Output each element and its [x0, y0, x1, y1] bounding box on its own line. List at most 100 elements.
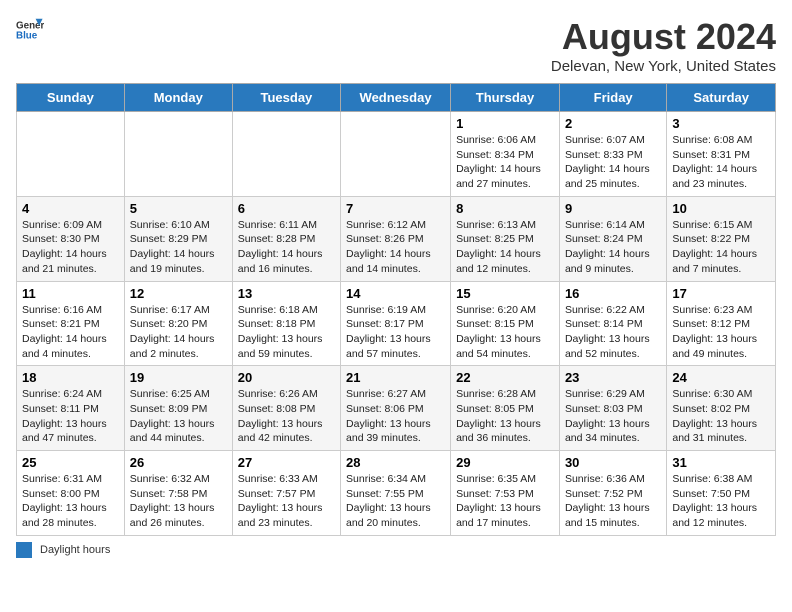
calendar-cell: 16Sunrise: 6:22 AM Sunset: 8:14 PM Dayli… — [559, 281, 666, 366]
day-info: Sunrise: 6:24 AM Sunset: 8:11 PM Dayligh… — [22, 387, 119, 446]
calendar-cell: 5 Sunrise: 6:10 AM Sunset: 8:29 PM Daylig… — [124, 196, 232, 281]
week-row-3: 11 Sunrise: 6:16 AM Sunset: 8:21 PM Dayli… — [17, 281, 776, 366]
calendar-cell: 28 Sunrise: 6:34 AM Sunset: 7:55 PM Dayli… — [341, 451, 451, 536]
weekday-saturday: Saturday — [667, 84, 776, 112]
day-info: Sunrise: 6:08 AM Sunset: 8:31 PM Dayligh… — [672, 133, 770, 192]
weekday-sunday: Sunday — [17, 84, 125, 112]
day-info: Sunrise: 6:25 AM Sunset: 8:09 PM Dayligh… — [130, 387, 227, 446]
calendar-cell: 3 Sunrise: 6:08 AM Sunset: 8:31 PM Daylig… — [667, 112, 776, 197]
week-row-2: 4Sunrise: 6:09 AM Sunset: 8:30 PM Daylig… — [17, 196, 776, 281]
svg-text:Blue: Blue — [16, 30, 38, 41]
calendar-cell: 6Sunrise: 6:11 AM Sunset: 8:28 PM Daylig… — [232, 196, 340, 281]
day-number: 26 — [130, 455, 227, 470]
calendar-cell: 22Sunrise: 6:28 AM Sunset: 8:05 PM Dayli… — [451, 366, 560, 451]
day-info: Sunrise: 6:13 AM Sunset: 8:25 PM Dayligh… — [456, 218, 554, 277]
day-info: Sunrise: 6:26 AM Sunset: 8:08 PM Dayligh… — [238, 387, 335, 446]
calendar-cell: 26 Sunrise: 6:32 AM Sunset: 7:58 PM Dayli… — [124, 451, 232, 536]
calendar-cell — [124, 112, 232, 197]
day-number: 18 — [22, 370, 119, 385]
calendar-cell: 2 Sunrise: 6:07 AM Sunset: 8:33 PM Daylig… — [559, 112, 666, 197]
weekday-header-row: SundayMondayTuesdayWednesdayThursdayFrid… — [17, 84, 776, 112]
day-info: Sunrise: 6:11 AM Sunset: 8:28 PM Dayligh… — [238, 218, 335, 277]
day-info: Sunrise: 6:38 AM Sunset: 7:50 PM Dayligh… — [672, 472, 770, 531]
calendar-cell: 17Sunrise: 6:23 AM Sunset: 8:12 PM Dayli… — [667, 281, 776, 366]
calendar-cell: 20 Sunrise: 6:26 AM Sunset: 8:08 PM Dayli… — [232, 366, 340, 451]
main-title: August 2024 — [551, 16, 776, 58]
week-row-1: 1Sunrise: 6:06 AM Sunset: 8:34 PM Daylig… — [17, 112, 776, 197]
day-number: 9 — [565, 201, 661, 216]
day-info: Sunrise: 6:10 AM Sunset: 8:29 PM Dayligh… — [130, 218, 227, 277]
day-number: 11 — [22, 286, 119, 301]
calendar-cell — [17, 112, 125, 197]
day-number: 19 — [130, 370, 227, 385]
day-info: Sunrise: 6:17 AM Sunset: 8:20 PM Dayligh… — [130, 303, 227, 362]
footer-label: Daylight hours — [40, 544, 110, 556]
day-info: Sunrise: 6:35 AM Sunset: 7:53 PM Dayligh… — [456, 472, 554, 531]
week-row-5: 25 Sunrise: 6:31 AM Sunset: 8:00 PM Dayli… — [17, 451, 776, 536]
day-number: 20 — [238, 370, 335, 385]
calendar-cell: 25 Sunrise: 6:31 AM Sunset: 8:00 PM Dayli… — [17, 451, 125, 536]
day-number: 12 — [130, 286, 227, 301]
calendar-cell: 29Sunrise: 6:35 AM Sunset: 7:53 PM Dayli… — [451, 451, 560, 536]
day-info: Sunrise: 6:07 AM Sunset: 8:33 PM Dayligh… — [565, 133, 661, 192]
day-number: 2 — [565, 116, 661, 131]
calendar-cell: 9Sunrise: 6:14 AM Sunset: 8:24 PM Daylig… — [559, 196, 666, 281]
day-info: Sunrise: 6:36 AM Sunset: 7:52 PM Dayligh… — [565, 472, 661, 531]
day-number: 24 — [672, 370, 770, 385]
day-number: 28 — [346, 455, 445, 470]
day-info: Sunrise: 6:20 AM Sunset: 8:15 PM Dayligh… — [456, 303, 554, 362]
day-number: 21 — [346, 370, 445, 385]
day-info: Sunrise: 6:32 AM Sunset: 7:58 PM Dayligh… — [130, 472, 227, 531]
weekday-thursday: Thursday — [451, 84, 560, 112]
day-info: Sunrise: 6:22 AM Sunset: 8:14 PM Dayligh… — [565, 303, 661, 362]
calendar-cell: 8 Sunrise: 6:13 AM Sunset: 8:25 PM Daylig… — [451, 196, 560, 281]
calendar-cell: 21 Sunrise: 6:27 AM Sunset: 8:06 PM Dayli… — [341, 366, 451, 451]
calendar-cell: 14 Sunrise: 6:19 AM Sunset: 8:17 PM Dayli… — [341, 281, 451, 366]
footer: Daylight hours — [16, 542, 776, 558]
calendar-cell: 18 Sunrise: 6:24 AM Sunset: 8:11 PM Dayli… — [17, 366, 125, 451]
calendar-cell: 24 Sunrise: 6:30 AM Sunset: 8:02 PM Dayli… — [667, 366, 776, 451]
day-number: 13 — [238, 286, 335, 301]
day-number: 22 — [456, 370, 554, 385]
day-info: Sunrise: 6:31 AM Sunset: 8:00 PM Dayligh… — [22, 472, 119, 531]
day-number: 25 — [22, 455, 119, 470]
weekday-wednesday: Wednesday — [341, 84, 451, 112]
calendar-cell: 31Sunrise: 6:38 AM Sunset: 7:50 PM Dayli… — [667, 451, 776, 536]
day-number: 27 — [238, 455, 335, 470]
day-number: 5 — [130, 201, 227, 216]
subtitle: Delevan, New York, United States — [551, 58, 776, 75]
weekday-monday: Monday — [124, 84, 232, 112]
day-number: 10 — [672, 201, 770, 216]
calendar-cell — [232, 112, 340, 197]
day-info: Sunrise: 6:12 AM Sunset: 8:26 PM Dayligh… — [346, 218, 445, 277]
day-info: Sunrise: 6:34 AM Sunset: 7:55 PM Dayligh… — [346, 472, 445, 531]
day-number: 8 — [456, 201, 554, 216]
day-number: 3 — [672, 116, 770, 131]
day-info: Sunrise: 6:16 AM Sunset: 8:21 PM Dayligh… — [22, 303, 119, 362]
calendar-cell: 15 Sunrise: 6:20 AM Sunset: 8:15 PM Dayli… — [451, 281, 560, 366]
logo: General Blue — [16, 16, 44, 44]
day-number: 15 — [456, 286, 554, 301]
day-number: 4 — [22, 201, 119, 216]
logo-icon: General Blue — [16, 16, 44, 44]
calendar-cell — [341, 112, 451, 197]
calendar-table: SundayMondayTuesdayWednesdayThursdayFrid… — [16, 83, 776, 536]
calendar-cell: 11 Sunrise: 6:16 AM Sunset: 8:21 PM Dayli… — [17, 281, 125, 366]
weekday-tuesday: Tuesday — [232, 84, 340, 112]
calendar-cell: 13 Sunrise: 6:18 AM Sunset: 8:18 PM Dayli… — [232, 281, 340, 366]
day-number: 30 — [565, 455, 661, 470]
calendar-cell: 12 Sunrise: 6:17 AM Sunset: 8:20 PM Dayli… — [124, 281, 232, 366]
day-number: 14 — [346, 286, 445, 301]
week-row-4: 18 Sunrise: 6:24 AM Sunset: 8:11 PM Dayli… — [17, 366, 776, 451]
day-info: Sunrise: 6:27 AM Sunset: 8:06 PM Dayligh… — [346, 387, 445, 446]
weekday-friday: Friday — [559, 84, 666, 112]
day-number: 23 — [565, 370, 661, 385]
day-info: Sunrise: 6:19 AM Sunset: 8:17 PM Dayligh… — [346, 303, 445, 362]
day-info: Sunrise: 6:15 AM Sunset: 8:22 PM Dayligh… — [672, 218, 770, 277]
day-info: Sunrise: 6:30 AM Sunset: 8:02 PM Dayligh… — [672, 387, 770, 446]
day-number: 7 — [346, 201, 445, 216]
day-info: Sunrise: 6:29 AM Sunset: 8:03 PM Dayligh… — [565, 387, 661, 446]
day-info: Sunrise: 6:06 AM Sunset: 8:34 PM Dayligh… — [456, 133, 554, 192]
day-number: 17 — [672, 286, 770, 301]
day-info: Sunrise: 6:18 AM Sunset: 8:18 PM Dayligh… — [238, 303, 335, 362]
